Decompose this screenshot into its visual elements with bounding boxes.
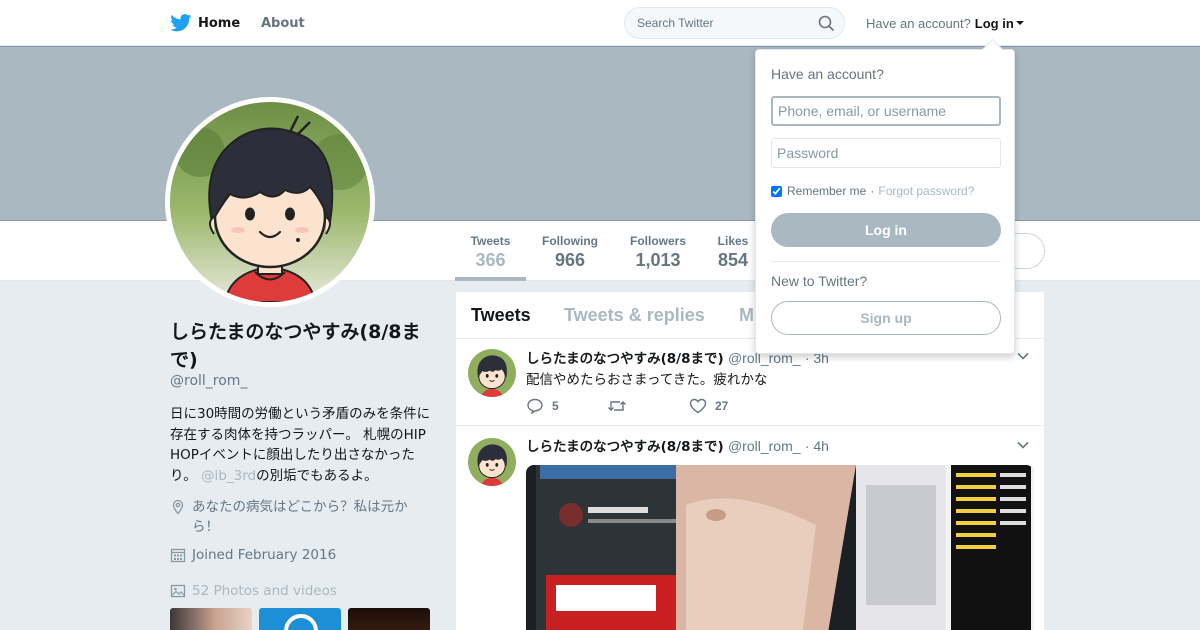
- profile-bio: 日に30時間の労働という矛盾のみを条件に存在する肉体を持つラッパー。 札幌のHI…: [170, 404, 435, 486]
- avatar-image: [170, 102, 370, 302]
- reply-count: 5: [552, 399, 559, 413]
- tweet-avatar[interactable]: [468, 349, 516, 397]
- avatar-image: [468, 438, 516, 486]
- reply-icon: [527, 398, 543, 414]
- login-toggle-button[interactable]: Log in: [975, 16, 1024, 31]
- bio-text-end: の別垢でもあるよ。: [256, 467, 378, 484]
- chevron-down-icon[interactable]: [1016, 349, 1030, 363]
- stat-following[interactable]: Following 966: [537, 221, 603, 281]
- login-toggle-label: Log in: [974, 15, 1014, 31]
- stat-label: Following: [542, 234, 598, 248]
- have-account-text: Have an account?: [866, 15, 971, 31]
- twitter-bird-icon: [170, 14, 192, 32]
- tab-media[interactable]: M: [739, 292, 754, 339]
- media-thumbnail[interactable]: [170, 608, 252, 630]
- tab-tweets-replies[interactable]: Tweets & replies: [564, 292, 705, 339]
- media-thumbnail[interactable]: [348, 608, 430, 630]
- stat-value: 1,013: [635, 250, 681, 270]
- location-pin-icon: [172, 499, 184, 515]
- login-area: Have an account? Log in: [866, 0, 1024, 46]
- tab-tweets[interactable]: Tweets: [471, 292, 531, 339]
- separator-dot: ·: [870, 184, 875, 198]
- search-box: [624, 7, 845, 39]
- profile-avatar[interactable]: [165, 97, 375, 307]
- location-text: あなたの病気はどこから？私は元から！: [192, 499, 408, 535]
- password-field[interactable]: [771, 138, 1001, 168]
- retweet-action[interactable]: [607, 399, 689, 413]
- photos-videos-label: 52 Photos and videos: [192, 583, 337, 599]
- tweet-text: 配信やめたらおさまってきた。疲れかな: [526, 372, 768, 388]
- bio-mention-link[interactable]: @ib_3rd: [201, 468, 256, 484]
- join-date-text: Joined February 2016: [192, 547, 337, 563]
- search-input[interactable]: [637, 16, 818, 30]
- heart-icon: [689, 398, 707, 414]
- login-submit-button[interactable]: Log in: [771, 213, 1001, 247]
- profile-join-date: Joined February 2016: [170, 545, 336, 565]
- chevron-down-icon[interactable]: [1016, 438, 1030, 452]
- like-count: 27: [715, 399, 729, 413]
- image-icon: [170, 584, 186, 598]
- tweet-item[interactable]: しらたまのなつやすみ(8/8まで) @roll_rom_ · 4h: [456, 427, 1044, 630]
- remember-me-checkbox[interactable]: [771, 185, 782, 197]
- reply-action[interactable]: 5: [526, 398, 607, 414]
- profile-location: あなたの病気はどこから？私は元から！: [170, 497, 430, 537]
- photos-videos-link[interactable]: 52 Photos and videos: [170, 581, 337, 601]
- stat-label: Tweets: [470, 234, 511, 248]
- avatar-image: [468, 349, 516, 397]
- stat-value: 854: [717, 250, 749, 270]
- remember-me-label[interactable]: Remember me: [787, 184, 866, 198]
- top-nav: Home About Have an account? Log in: [0, 0, 1200, 46]
- media-thumbnail[interactable]: [259, 608, 341, 630]
- calendar-icon: [170, 548, 186, 563]
- dropdown-title: Have an account?: [771, 66, 884, 82]
- tweet-author-handle[interactable]: @roll_rom_: [728, 438, 801, 454]
- stat-likes[interactable]: Likes 854: [713, 221, 753, 281]
- nav-home-link[interactable]: Home: [170, 0, 240, 46]
- stat-label: Likes: [717, 234, 749, 248]
- chevron-down-icon: [1015, 21, 1024, 25]
- username-field[interactable]: [771, 96, 1001, 126]
- divider: [771, 261, 1001, 262]
- tweet-avatar[interactable]: [468, 438, 516, 486]
- like-action[interactable]: 27: [689, 398, 728, 414]
- nav-home-label: Home: [198, 15, 241, 31]
- tweet-actions: 5 27: [526, 398, 728, 414]
- stat-value: 966: [554, 250, 586, 270]
- stat-value: 366: [475, 250, 506, 270]
- new-to-twitter-text: New to Twitter?: [771, 273, 868, 289]
- remember-row: Remember me · Forgot password?: [771, 184, 974, 198]
- tweet-media-image[interactable]: [526, 465, 1034, 630]
- stat-followers[interactable]: Followers 1,013: [625, 221, 691, 281]
- retweet-icon: [608, 401, 626, 411]
- login-dropdown: Have an account? Remember me · Forgot pa…: [755, 49, 1015, 354]
- tweet-header: しらたまのなつやすみ(8/8まで) @roll_rom_ · 4h: [526, 435, 829, 455]
- signup-button[interactable]: Sign up: [771, 301, 1001, 335]
- stat-tweets[interactable]: Tweets 366: [455, 221, 526, 281]
- stat-label: Followers: [629, 234, 686, 248]
- nav-about-link[interactable]: About: [261, 0, 305, 46]
- profile-name[interactable]: しらたまのなつやすみ(8/8まで): [170, 318, 440, 374]
- profile-handle[interactable]: @roll_rom_: [170, 373, 247, 389]
- forgot-password-link[interactable]: Forgot password?: [878, 184, 974, 198]
- search-icon[interactable]: [818, 15, 834, 31]
- tweet-timestamp[interactable]: · 4h: [805, 438, 829, 454]
- tweet-author-name[interactable]: しらたまのなつやすみ(8/8まで): [526, 439, 724, 455]
- tweet-author-name[interactable]: しらたまのなつやすみ(8/8まで): [526, 351, 724, 367]
- media-photo: [526, 465, 1034, 630]
